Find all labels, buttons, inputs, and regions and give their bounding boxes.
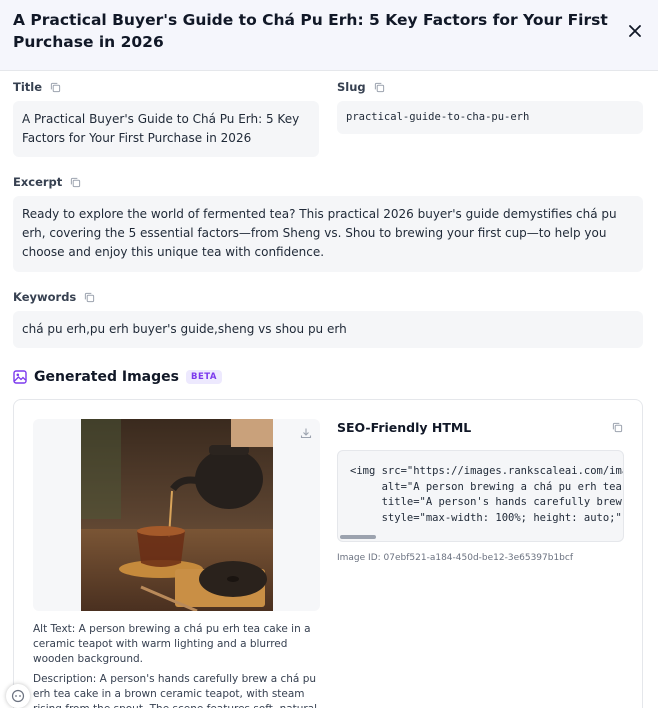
seo-html-code-box[interactable]: <img src="https://images.rankscaleai.com… [337, 450, 624, 542]
close-button[interactable] [624, 20, 646, 42]
title-label-row: Title [13, 79, 61, 95]
image-preview[interactable] [33, 419, 320, 611]
slug-label: Slug [337, 80, 366, 94]
assistant-badge[interactable] [6, 684, 30, 708]
seo-html-code: <img src="https://images.rankscaleai.com… [350, 465, 623, 524]
copy-icon[interactable] [374, 82, 385, 93]
excerpt-label-row: Excerpt [13, 174, 81, 190]
title-field[interactable]: A Practical Buyer's Guide to Chá Pu Erh:… [13, 101, 319, 157]
copy-icon[interactable] [612, 422, 623, 433]
copy-icon[interactable] [50, 82, 61, 93]
title-label: Title [13, 80, 43, 94]
copy-icon[interactable] [70, 177, 81, 188]
excerpt-field[interactable]: Ready to explore the world of fermented … [13, 196, 643, 272]
tea-brewing-photo [81, 419, 273, 611]
excerpt-label: Excerpt [13, 175, 63, 189]
horizontal-scrollbar[interactable] [340, 535, 376, 539]
copy-icon[interactable] [84, 292, 95, 303]
download-icon[interactable] [300, 427, 312, 439]
image-id: Image ID: 07ebf521-a184-450d-be12-3e6539… [337, 553, 574, 563]
slug-label-row: Slug [337, 79, 385, 95]
slug-field[interactable]: practical-guide-to-cha-pu-erh [337, 101, 643, 134]
keywords-label: Keywords [13, 290, 77, 304]
generated-images-header: Generated Images BETA [13, 367, 222, 387]
image-description: Description: A person's hands carefully … [33, 673, 317, 708]
seo-html-title: SEO-Friendly HTML [337, 420, 472, 435]
alt-text: Alt Text: A person brewing a chá pu erh … [33, 623, 311, 665]
modal-title: A Practical Buyer's Guide to Chá Pu Erh:… [13, 11, 608, 51]
close-icon [629, 25, 641, 37]
keywords-label-row: Keywords [13, 289, 95, 305]
generated-images-title: Generated Images [34, 369, 179, 385]
beta-badge: BETA [185, 370, 222, 384]
chat-icon [11, 689, 25, 703]
modal-header: A Practical Buyer's Guide to Chá Pu Erh:… [0, 0, 658, 71]
keywords-field[interactable]: chá pu erh,pu erh buyer's guide,sheng vs… [13, 311, 643, 348]
image-icon [13, 370, 27, 384]
generated-image-card: Alt Text: A person brewing a chá pu erh … [13, 399, 643, 708]
